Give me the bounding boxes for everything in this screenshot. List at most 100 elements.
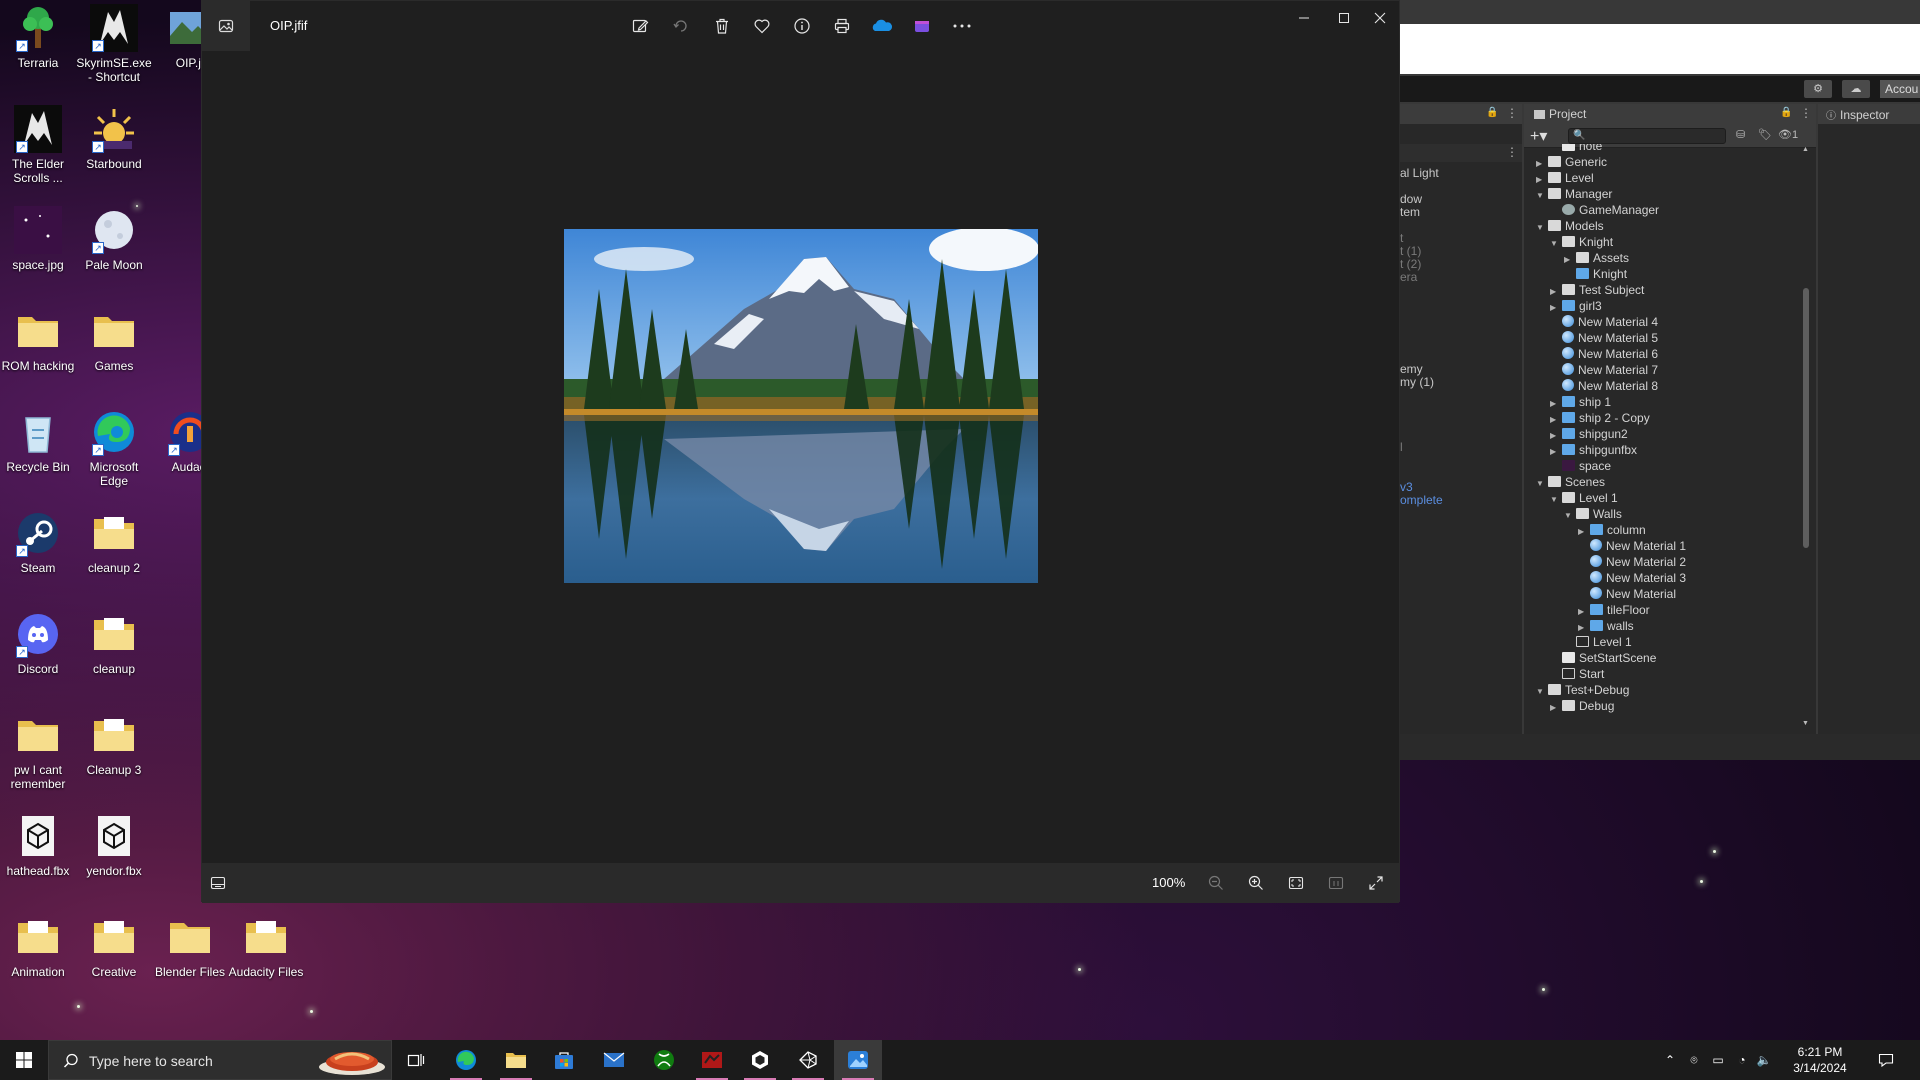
volume-icon[interactable]: 🔈 [1756,1052,1772,1068]
webcam-icon[interactable]: ⌾ [1686,1052,1702,1068]
expanded-arrow-icon[interactable]: ▼ [1536,220,1548,236]
project-tree-row[interactable]: New Material 5 [1550,330,1658,346]
add-asset-icon[interactable]: +▾ [1530,126,1547,146]
cloud-icon[interactable]: ☁ [1842,80,1870,98]
kebab-icon[interactable]: ⋮ [1506,106,1518,120]
settings-icon[interactable]: ⚙ [1804,80,1832,98]
desktop-icon-pale-moon[interactable]: ↗ Pale Moon [76,206,152,272]
taskbar-unity-button[interactable] [784,1040,832,1080]
kebab-icon[interactable]: ⋮ [1800,106,1812,120]
delete-icon[interactable] [709,13,735,39]
start-button[interactable] [0,1040,48,1080]
project-scrollbar[interactable]: ▲ ▼ [1802,146,1810,727]
project-tree-row[interactable]: New Material 6 [1550,346,1658,362]
taskbar-task-view-button[interactable] [392,1040,440,1080]
hidden-packages-icon[interactable]: 👁1 [1778,128,1798,141]
maximize-button[interactable] [1324,3,1364,33]
expanded-arrow-icon[interactable]: ▼ [1564,508,1576,524]
scrollbar-thumb[interactable] [1803,288,1809,548]
desktop-icon-pw-i-cant-remember[interactable]: pw I cant remember [0,711,76,791]
project-tree-row[interactable]: ▶ column [1578,522,1646,538]
project-search-input[interactable]: 🔍 [1568,128,1726,144]
project-tree-row[interactable]: ▼ Models [1536,218,1604,234]
filter-by-type-icon[interactable]: ⛁ [1736,128,1745,141]
project-tree-row[interactable]: ▶ walls [1578,618,1634,634]
photos-app-button[interactable] [202,1,250,51]
actual-size-icon[interactable] [1324,871,1348,895]
expanded-arrow-icon[interactable]: ▼ [1536,188,1548,204]
taskbar-search-box[interactable]: Type here to search [48,1040,392,1080]
project-tree-row[interactable]: New Material 4 [1550,314,1658,330]
account-button[interactable]: Accou [1880,80,1920,98]
hierarchy-item[interactable]: t (2) [1400,257,1421,271]
taskbar-photos-button[interactable] [834,1040,882,1080]
project-tree-row[interactable]: ▶ shipgun2 [1550,426,1628,442]
close-button[interactable] [1360,3,1400,33]
network-icon[interactable]: ◔ [1734,1052,1750,1068]
project-tree-row[interactable]: ▶ shipgunfbx [1550,442,1637,458]
title-bar[interactable]: OIP.jfif [202,1,1399,51]
rotate-icon[interactable] [668,13,694,39]
project-tree-row[interactable]: Knight [1564,266,1627,282]
desktop-icon-microsoft-edge[interactable]: ↗ Microsoft Edge [76,408,152,488]
taskbar-edge-button[interactable] [442,1040,490,1080]
hierarchy-item[interactable]: emy [1400,362,1423,376]
desktop-icon-recycle-bin[interactable]: Recycle Bin [0,408,76,474]
kebab-icon[interactable]: ⋮ [1506,145,1518,159]
filmstrip-icon[interactable] [206,871,230,895]
project-tree-row[interactable]: ▼ Test+Debug [1536,682,1629,698]
project-tree-row[interactable]: ▼ Knight [1550,234,1613,250]
project-tree-row[interactable]: Start [1550,666,1604,682]
project-tree-row[interactable]: ▶ ship 1 [1550,394,1611,410]
scroll-down-icon[interactable]: ▼ [1802,720,1809,727]
project-tree-row[interactable]: New Material 1 [1578,538,1686,554]
desktop-icon-starbound[interactable]: ↗ Starbound [76,105,152,171]
collapsed-arrow-icon[interactable]: ▶ [1550,700,1562,716]
project-tree-row[interactable]: ▶ Assets [1564,250,1629,266]
hierarchy-item[interactable]: dow [1400,192,1422,206]
project-tree-row[interactable]: SetStartScene [1550,650,1656,666]
desktop-icon-cleanup-2[interactable]: cleanup 2 [76,509,152,575]
project-tree-row[interactable]: ▶ Test Subject [1550,282,1644,298]
project-tree-row[interactable]: ▶ Debug [1550,698,1614,714]
project-tree-row[interactable]: ▶ ship 2 - Copy [1550,410,1650,426]
desktop-icon-rom-hacking[interactable]: ROM hacking [0,307,76,373]
filter-by-label-icon[interactable]: 🏷 [1758,128,1772,141]
project-tree-row[interactable]: New Material 2 [1578,554,1686,570]
lock-icon[interactable]: 🔒 [1486,107,1498,118]
desktop-icon-steam[interactable]: ↗ Steam [0,509,76,575]
print-icon[interactable] [829,13,855,39]
notifications-icon[interactable] [1878,1052,1894,1068]
project-tree-row[interactable]: ▶ Level [1536,170,1594,186]
taskbar-game-button[interactable] [688,1040,736,1080]
favorite-icon[interactable] [749,13,775,39]
hierarchy-item[interactable]: t (1) [1400,244,1421,258]
hierarchy-scene-row[interactable]: ⋮ [1400,144,1522,162]
desktop-icon-the-elder-scrolls[interactable]: ↗ The Elder Scrolls ... [0,105,76,185]
desktop-icon-cleanup-3[interactable]: Cleanup 3 [76,711,152,777]
expanded-arrow-icon[interactable]: ▼ [1550,236,1562,252]
project-tree-row[interactable]: New Material 3 [1578,570,1686,586]
clipchamp-icon[interactable] [909,13,935,39]
hierarchy-item[interactable]: v3 [1400,480,1413,494]
taskbar-file-explorer-button[interactable] [492,1040,540,1080]
project-tree-row[interactable]: GameManager [1550,202,1659,218]
fit-to-window-icon[interactable] [1284,871,1308,895]
project-tree-row[interactable]: ▶ tileFloor [1578,602,1650,618]
hierarchy-item[interactable]: tem [1400,205,1420,219]
tab-project[interactable]: Project [1528,104,1593,124]
clock[interactable]: 6:21 PM 3/14/2024 [1782,1044,1858,1076]
taskbar-xbox-button[interactable] [640,1040,688,1080]
project-tree-row[interactable]: ▼ Manager [1536,186,1612,202]
hierarchy-item[interactable]: l [1400,440,1403,454]
expanded-arrow-icon[interactable]: ▼ [1550,492,1562,508]
hierarchy-item[interactable]: t [1400,231,1403,245]
expanded-arrow-icon[interactable]: ▼ [1536,476,1548,492]
project-tree-row[interactable]: ▼ Walls [1564,506,1622,522]
project-tree-row[interactable]: New Material 7 [1550,362,1658,378]
project-tree-row[interactable]: Level 1 [1564,634,1632,650]
project-tree-row[interactable]: ▼ Scenes [1536,474,1605,490]
lock-icon[interactable]: 🔒 [1780,107,1792,118]
more-icon[interactable] [949,13,975,39]
taskbar-unity-hub-button[interactable] [736,1040,784,1080]
